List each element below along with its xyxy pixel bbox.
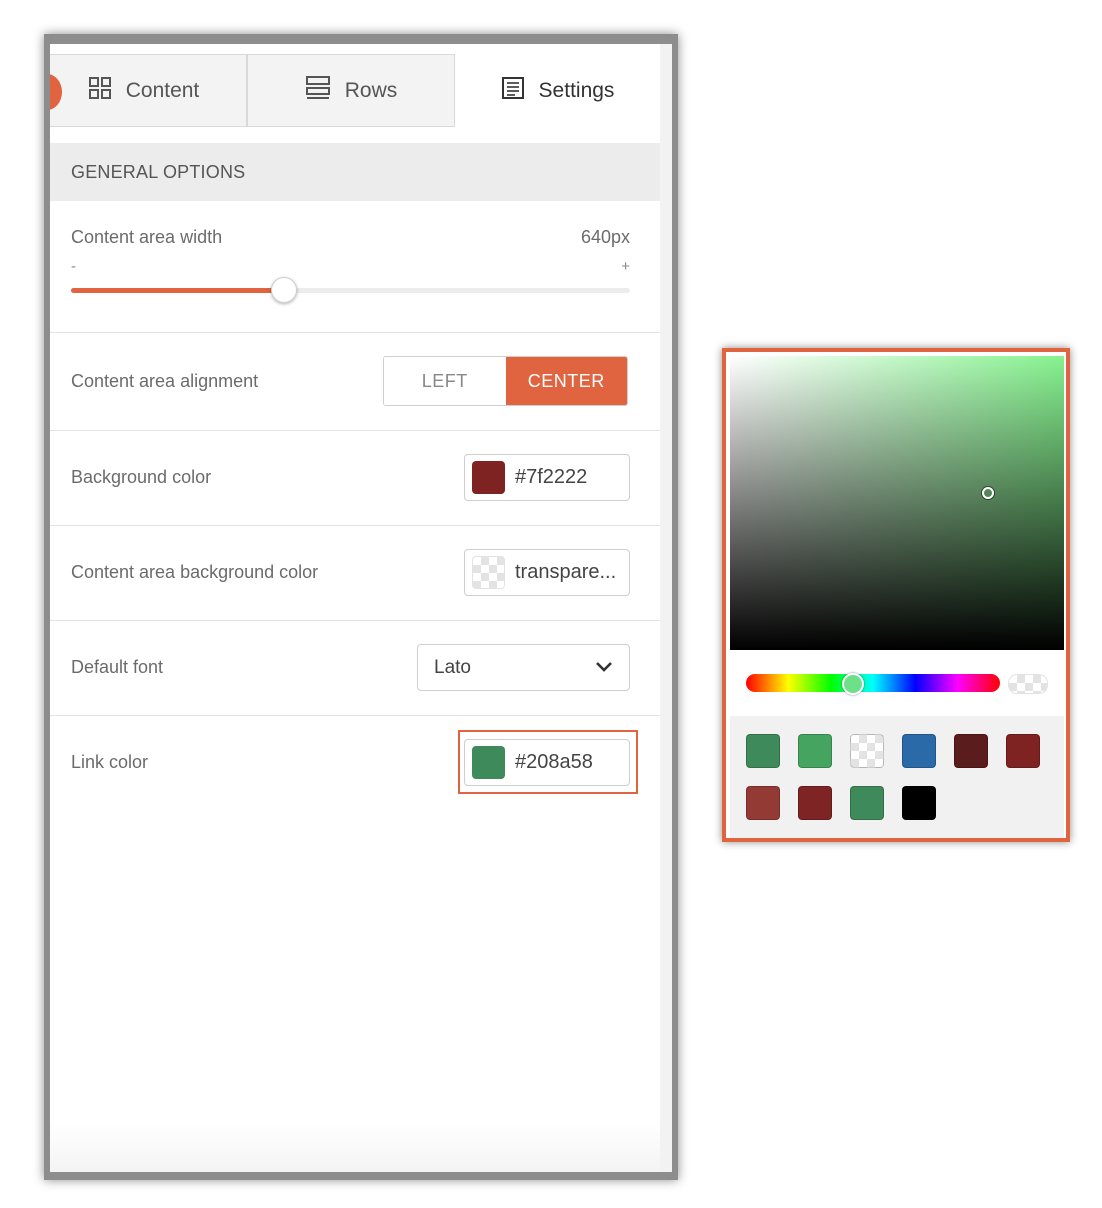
preset-swatch[interactable] [746,786,780,820]
panel-scroll-gutter [660,44,672,1172]
default-font-label: Default font [71,657,164,677]
content-bg-color-label: Content area background color [71,562,319,582]
content-bg-color-input[interactable]: transpare... [464,549,630,596]
width-slider-track[interactable] [71,288,630,293]
preset-swatch[interactable] [798,786,832,820]
link-color-input[interactable]: #208a58 [464,739,630,786]
saturation-value-area[interactable] [730,356,1064,650]
tab-rows-label: Rows [344,78,398,102]
width-max-label: + [621,258,630,275]
width-label: Content area width [71,227,223,247]
background-color-input[interactable]: #7f2222 [464,454,630,501]
background-color-label: Background color [71,467,212,487]
row-divider [50,430,660,431]
section-header: GENERAL OPTIONS [50,143,660,201]
width-slider-handle[interactable] [271,277,298,303]
preset-swatch[interactable] [746,734,780,768]
preset-swatch[interactable] [954,734,988,768]
preset-swatch[interactable] [850,734,884,768]
link-color-label: Link color [71,752,149,772]
settings-panel: Content Rows Settings GENERAL OPTIONS Co… [50,44,660,1172]
transparent-swatch[interactable] [472,556,505,589]
row-divider [50,525,660,526]
settings-doc-icon [501,76,525,106]
tab-bar: Content Rows Settings [50,54,660,138]
tab-content[interactable]: Content [50,54,247,127]
rows-icon [305,75,331,107]
preset-swatch[interactable] [902,786,936,820]
preset-swatch[interactable] [1006,734,1040,768]
preset-swatch[interactable] [798,734,832,768]
width-min-label: - [71,258,76,275]
width-value: 640px [580,227,630,247]
alpha-slider[interactable] [1008,674,1048,694]
panel-bottom-fade [50,1122,660,1172]
background-color-swatch[interactable] [472,461,505,494]
align-left-button[interactable]: LEFT [384,357,506,405]
row-divider [50,332,660,333]
content-bg-color-value: transpare... [515,561,617,583]
saturation-cursor[interactable] [982,487,994,499]
tab-content-label: Content [125,78,200,102]
hue-slider[interactable] [746,674,1000,692]
tab-rows[interactable]: Rows [247,54,455,127]
width-slider-fill [71,288,284,293]
alignment-label: Content area alignment [71,371,259,391]
chevron-down-icon [595,657,613,679]
align-center-button[interactable]: CENTER [505,357,627,405]
preset-swatch[interactable] [850,786,884,820]
preset-swatch[interactable] [902,734,936,768]
grid-icon [88,76,112,106]
tab-settings-label: Settings [538,78,615,102]
color-picker-popup [722,348,1070,842]
link-color-value: #208a58 [515,751,593,773]
section-title: GENERAL OPTIONS [71,161,246,182]
hue-slider-handle[interactable] [841,673,864,695]
link-color-swatch[interactable] [472,746,505,779]
row-divider [50,715,660,716]
background-color-value: #7f2222 [515,466,588,488]
tab-settings[interactable]: Settings [455,54,660,127]
alignment-toggle: LEFT CENTER [383,356,628,406]
preset-swatches [730,716,1064,838]
row-divider [50,620,660,621]
default-font-select[interactable]: Lato [417,644,630,691]
default-font-value: Lato [434,656,471,678]
